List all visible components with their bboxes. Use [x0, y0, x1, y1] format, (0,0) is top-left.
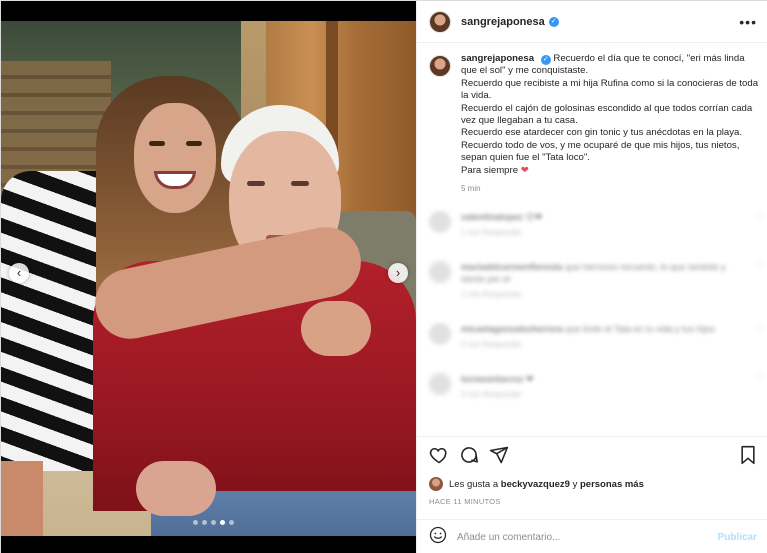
caption-line: Recuerdo ese atardecer con gin tonic y t… [461, 127, 743, 139]
comment-text: ❤ [526, 374, 534, 384]
comment-text: que lindo el Tata en tu vida y tus hijos [565, 324, 716, 334]
action-icons-row [429, 445, 757, 469]
commenter-username[interactable]: valentinalopez [461, 212, 523, 222]
comment-item: valentinalopez 😍❤ 1 min Responder ♡ [429, 211, 764, 239]
comment-meta[interactable]: 1 min Responder [461, 227, 741, 239]
comment-meta[interactable]: 1 min Responder [461, 289, 741, 301]
post-caption: sangrejaponesa ✓ Recuerdo el día que te … [429, 53, 759, 195]
verified-badge-icon: ✓ [548, 16, 559, 27]
comment-body: luciasantacruz ❤ 3 min Responder [461, 373, 741, 401]
comment-item: micaelagonzalezherrera que lindo el Tata… [429, 323, 764, 351]
publish-comment-button[interactable]: Publicar [718, 532, 757, 543]
emoji-smiley-icon[interactable] [429, 526, 447, 549]
likes-others-link[interactable]: personas más [580, 479, 644, 490]
caption-author-avatar[interactable] [429, 55, 451, 77]
comment-text: 😍❤ [525, 212, 543, 222]
caption-text: sangrejaponesa ✓ Recuerdo el día que te … [461, 53, 759, 195]
comment-bubble-icon[interactable] [459, 445, 479, 470]
comment-like-heart-icon[interactable]: ♡ [756, 323, 764, 351]
caption-username[interactable]: sangrejaponesa [461, 53, 534, 64]
comment-like-heart-icon[interactable]: ♡ [756, 373, 764, 401]
commenter-username[interactable]: micaelagonzalezherrera [461, 324, 563, 334]
post-actions: Les gusta a beckyvazquez9 y personas más… [417, 436, 767, 506]
save-bookmark-icon[interactable] [739, 445, 757, 470]
post-header: sangrejaponesa ✓ ••• [417, 1, 767, 43]
author-username[interactable]: sangrejaponesa [461, 16, 545, 28]
photo-woman-eye [186, 141, 202, 146]
comment-body: valentinalopez 😍❤ 1 min Responder [461, 211, 741, 239]
comment-input[interactable]: Añade un comentario... [457, 532, 560, 543]
commenter-avatar[interactable] [429, 261, 451, 283]
liker-avatar[interactable] [429, 477, 443, 491]
photo-man-hand [136, 461, 216, 516]
add-comment-bar: Añade un comentario... Publicar [417, 519, 767, 553]
photo-woman-face [134, 103, 216, 213]
caption-timestamp: 5 min [461, 184, 481, 194]
commenter-username[interactable]: mariadelcarmenfloresta [461, 262, 563, 272]
carousel-dot [220, 520, 225, 525]
post-side-panel: sangrejaponesa ✓ ••• sangrejaponesa ✓ Re… [416, 1, 767, 553]
red-heart-emoji-icon: ❤ [520, 164, 529, 176]
commenter-avatar[interactable] [429, 211, 451, 233]
carousel-dot [229, 520, 234, 525]
comment-like-heart-icon[interactable]: ♡ [756, 211, 764, 239]
commenter-avatar[interactable] [429, 373, 451, 395]
post-photo-carousel[interactable]: ‹ › [1, 1, 416, 553]
likes-summary: Les gusta a beckyvazquez9 y personas más [429, 477, 757, 491]
post-photo [1, 21, 416, 536]
likes-joiner: y [572, 478, 578, 490]
carousel-prev-button[interactable]: ‹ [9, 263, 29, 283]
more-options-button[interactable]: ••• [739, 14, 757, 30]
likes-prefix: Les gusta a [449, 478, 499, 490]
photo-man-eye [291, 181, 309, 186]
caption-verified-badge-icon: ✓ [540, 55, 551, 65]
caption-line: Recuerdo el cajón de golosinas escondido… [461, 102, 753, 127]
commenter-avatar[interactable] [429, 323, 451, 345]
comment-body: micaelagonzalezherrera que lindo el Tata… [461, 323, 741, 351]
photo-woman-leg [1, 461, 43, 536]
caption-line: Recuerdo todo de vos, y me ocuparé de qu… [461, 139, 740, 164]
liker-username[interactable]: beckyvazquez9 [501, 479, 570, 490]
instagram-post-window: ‹ › sangrejaponesa ✓ ••• sangrejaponesa … [0, 0, 767, 553]
author-avatar[interactable] [429, 10, 451, 33]
comment-like-heart-icon[interactable]: ♡ [756, 261, 764, 301]
comment-meta[interactable]: 2 min Responder [461, 339, 741, 351]
carousel-dot [202, 520, 207, 525]
carousel-dots [193, 520, 234, 525]
comment-item: luciasantacruz ❤ 3 min Responder ♡ [429, 373, 764, 401]
share-paper-plane-icon[interactable] [489, 445, 509, 470]
carousel-dot [193, 520, 198, 525]
comment-item: mariadelcarmenfloresta que hermoso recue… [429, 261, 764, 301]
carousel-next-button[interactable]: › [388, 263, 408, 283]
caption-line: Para siempre [461, 164, 519, 176]
like-heart-icon[interactable] [429, 445, 449, 470]
caption-line: Recuerdo que recibiste a mi hija Rufina … [461, 77, 759, 102]
comment-body: mariadelcarmenfloresta que hermoso recue… [461, 261, 741, 301]
photo-woman-hand [301, 301, 371, 356]
photo-man-eye [247, 181, 265, 186]
carousel-dot [211, 520, 216, 525]
commenter-username[interactable]: luciasantacruz [461, 374, 524, 384]
post-timestamp: HACE 11 MINUTOS [429, 497, 501, 506]
comments-list: valentinalopez 😍❤ 1 min Responder ♡ mari… [429, 211, 764, 423]
photo-woman-eye [149, 141, 165, 146]
comment-meta[interactable]: 3 min Responder [461, 389, 741, 401]
